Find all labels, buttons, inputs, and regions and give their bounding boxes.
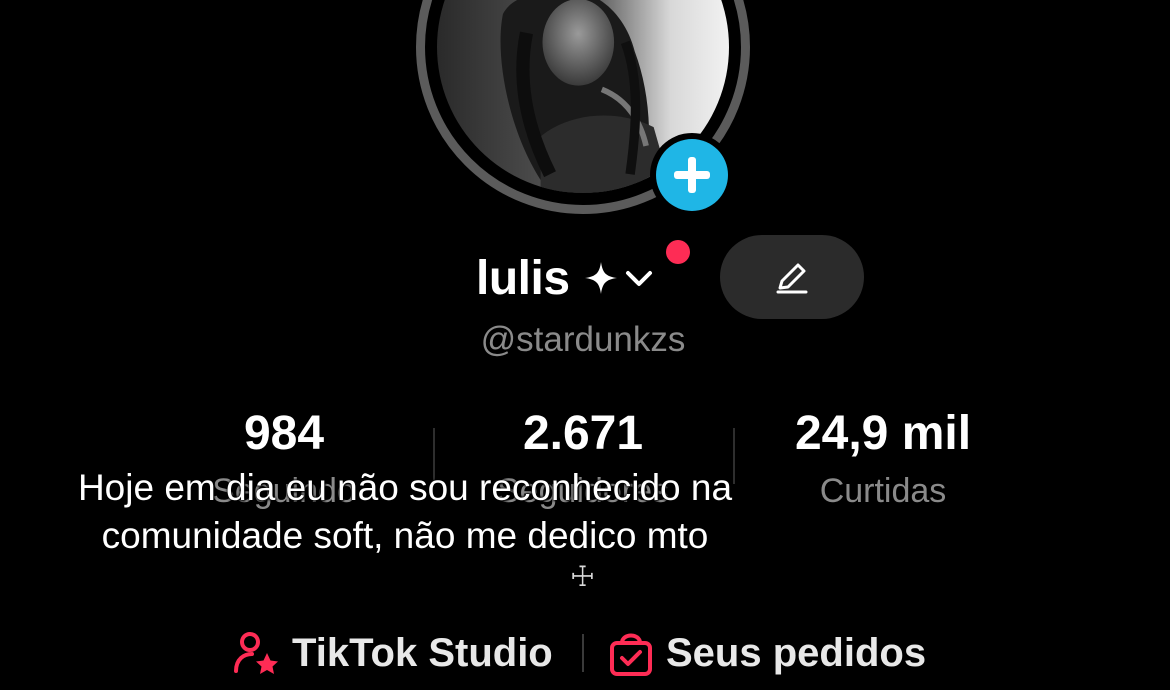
your-orders-label: Seus pedidos: [666, 630, 927, 675]
chevron-down-icon[interactable]: [624, 263, 654, 293]
add-photo-button[interactable]: [650, 133, 734, 217]
tiktok-studio-label: TikTok Studio: [292, 630, 553, 675]
stat-value: 984: [243, 407, 325, 460]
stat-likes[interactable]: 24,9 mil Curtidas: [753, 404, 1013, 514]
video-caption-overlay: Hoje em dia eu não sou reconhecido na co…: [77, 467, 733, 556]
shopping-bag-check-icon: [610, 633, 652, 676]
notification-dot: [666, 240, 690, 264]
bio-cross-glyph: ☩: [570, 560, 596, 593]
user-star-icon: [234, 632, 278, 674]
display-name-row[interactable]: lulis: [476, 248, 654, 308]
stat-value: 2.671: [522, 407, 644, 460]
your-orders-link[interactable]: Seus pedidos: [608, 622, 926, 684]
plus-icon: [674, 157, 710, 193]
pencil-icon: [776, 263, 808, 294]
stat-label: Curtidas: [819, 472, 947, 510]
links-divider: [582, 634, 584, 672]
display-name: lulis: [476, 251, 570, 305]
username: @stardunkzs: [480, 320, 686, 359]
stat-value: 24,9 mil: [794, 407, 972, 460]
edit-profile-button[interactable]: [720, 235, 864, 319]
four-point-star-icon: [584, 262, 617, 294]
tiktok-studio-link[interactable]: TikTok Studio: [232, 622, 553, 684]
